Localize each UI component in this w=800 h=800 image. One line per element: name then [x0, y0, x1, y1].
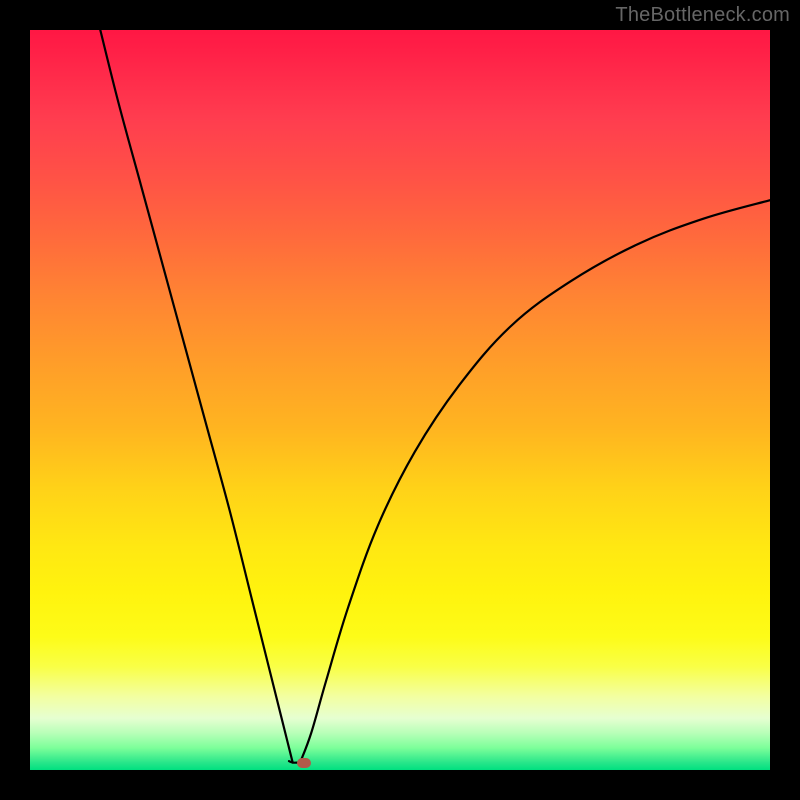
plot-area [30, 30, 770, 770]
chart-frame: TheBottleneck.com [0, 0, 800, 800]
marker-dot [297, 758, 311, 768]
curve-right-branch [300, 200, 770, 762]
watermark-text: TheBottleneck.com [615, 4, 790, 27]
curve-svg [30, 30, 770, 770]
curve-left-branch [100, 30, 292, 763]
